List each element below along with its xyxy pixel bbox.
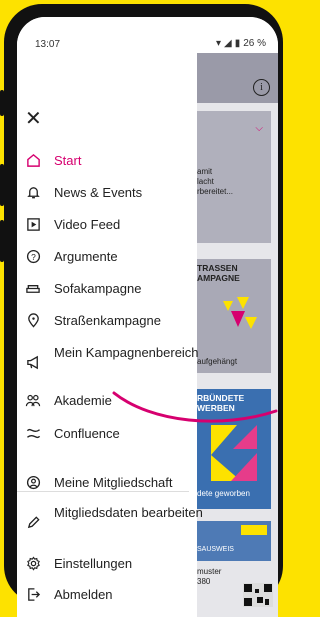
background-card: TRASSEN AMPAGNE aufgehängt: [197, 259, 271, 373]
menu-item-label: Argumente: [54, 249, 118, 264]
menu-item-start[interactable]: Start: [25, 152, 204, 169]
menu-item-video-feed[interactable]: Video Feed: [25, 216, 204, 233]
menu-item-news-events[interactable]: News & Events: [25, 184, 204, 201]
triangle-logo-icon: [223, 297, 257, 329]
background-app: i ⌵ amit lacht rbereitet... TRASSEN AMPA…: [197, 53, 278, 617]
badge: [241, 525, 267, 535]
side-button: [0, 220, 4, 262]
question-icon: ?: [25, 248, 41, 264]
menu-item-label: Einstellungen: [54, 556, 133, 571]
user-circle-icon: [25, 474, 41, 490]
menu-item-label: Akademie: [54, 393, 112, 408]
menu-item-confluence[interactable]: Confluence: [25, 425, 204, 442]
video-icon: [25, 216, 41, 232]
pencil-icon: [25, 514, 41, 530]
menu-item-label: Sofakampagne: [54, 281, 142, 296]
gear-icon: [25, 555, 41, 571]
background-card: ⌵ amit lacht rbereitet...: [197, 111, 271, 243]
menu-item-label: Abmelden: [54, 587, 113, 602]
status-time: 13:07: [35, 39, 61, 50]
background-card-title: RBÜNDETE WERBEN: [197, 393, 245, 413]
svg-text:?: ?: [31, 251, 36, 261]
background-card-title: SAUSWEIS: [197, 546, 234, 553]
background-card: SAUSWEIS: [197, 521, 271, 561]
background-card-text: dete geworben: [197, 489, 250, 498]
phone-frame: 13:07 ▾ ◢ ▮ 26 % i ⌵ amit lacht rbereite…: [0, 4, 283, 617]
menu-item-label: Mein Kampagnenbereich: [54, 345, 199, 360]
background-card: RBÜNDETE WERBEN dete geworben: [197, 389, 271, 509]
status-icons: ▾ ◢ ▮ 26 %: [216, 38, 266, 49]
navigation-drawer: ✕ Start News & Events Video Feed ? Argum…: [17, 53, 203, 617]
wifi-icon: ▾: [215, 38, 221, 49]
background-topbar: i: [197, 53, 278, 103]
sofa-icon: [25, 280, 41, 296]
menu-item-kampagnenbereich[interactable]: Mein Kampagnenbereich: [25, 344, 204, 370]
menu-item-argumente[interactable]: ? Argumente: [25, 248, 204, 265]
menu-item-label: Mitgliedsdaten bearbeiten: [54, 505, 203, 520]
menu-item-label: Straßenkampagne: [54, 313, 161, 328]
screen: 13:07 ▾ ◢ ▮ 26 % i ⌵ amit lacht rbereite…: [17, 17, 278, 617]
signal-icon: ◢: [223, 38, 232, 49]
people-icon: [25, 392, 41, 408]
status-bar: 13:07 ▾ ◢ ▮ 26 %: [17, 17, 278, 53]
side-button: [0, 164, 4, 206]
side-button: [0, 90, 4, 116]
menu-item-label: Video Feed: [54, 217, 121, 232]
menu-item-strassenkampagne[interactable]: Straßenkampagne: [25, 312, 204, 329]
menu-item-label: Start: [54, 153, 82, 168]
menu-item-label: News & Events: [54, 185, 143, 200]
divider: [17, 491, 189, 492]
menu-item-label: Confluence: [54, 426, 120, 441]
menu-item-sofakampagne[interactable]: Sofakampagne: [25, 280, 204, 297]
location-icon: [25, 312, 41, 328]
battery-percent: 26 %: [243, 38, 266, 49]
close-icon[interactable]: ✕: [25, 109, 42, 129]
menu-item-mitgliedsdaten[interactable]: Mitgliedsdaten bearbeiten: [25, 504, 204, 530]
chevron-down-icon: ⌵: [255, 123, 263, 134]
pattern-graphic-icon: [211, 425, 257, 481]
menu-item-einstellungen[interactable]: Einstellungen: [25, 555, 204, 572]
bell-icon: [25, 184, 41, 200]
menu-item-mitgliedschaft[interactable]: Meine Mitgliedschaft: [25, 474, 204, 491]
confluence-icon: [25, 425, 41, 441]
menu-item-abmelden[interactable]: Abmelden: [25, 586, 204, 603]
qr-code-icon: [243, 583, 273, 607]
megaphone-icon: [25, 354, 41, 370]
info-icon: i: [253, 79, 270, 96]
menu-item-akademie[interactable]: Akademie: [25, 392, 204, 409]
battery-icon: ▮: [234, 38, 241, 49]
menu-item-label: Meine Mitgliedschaft: [54, 475, 173, 490]
home-icon: [25, 152, 41, 168]
